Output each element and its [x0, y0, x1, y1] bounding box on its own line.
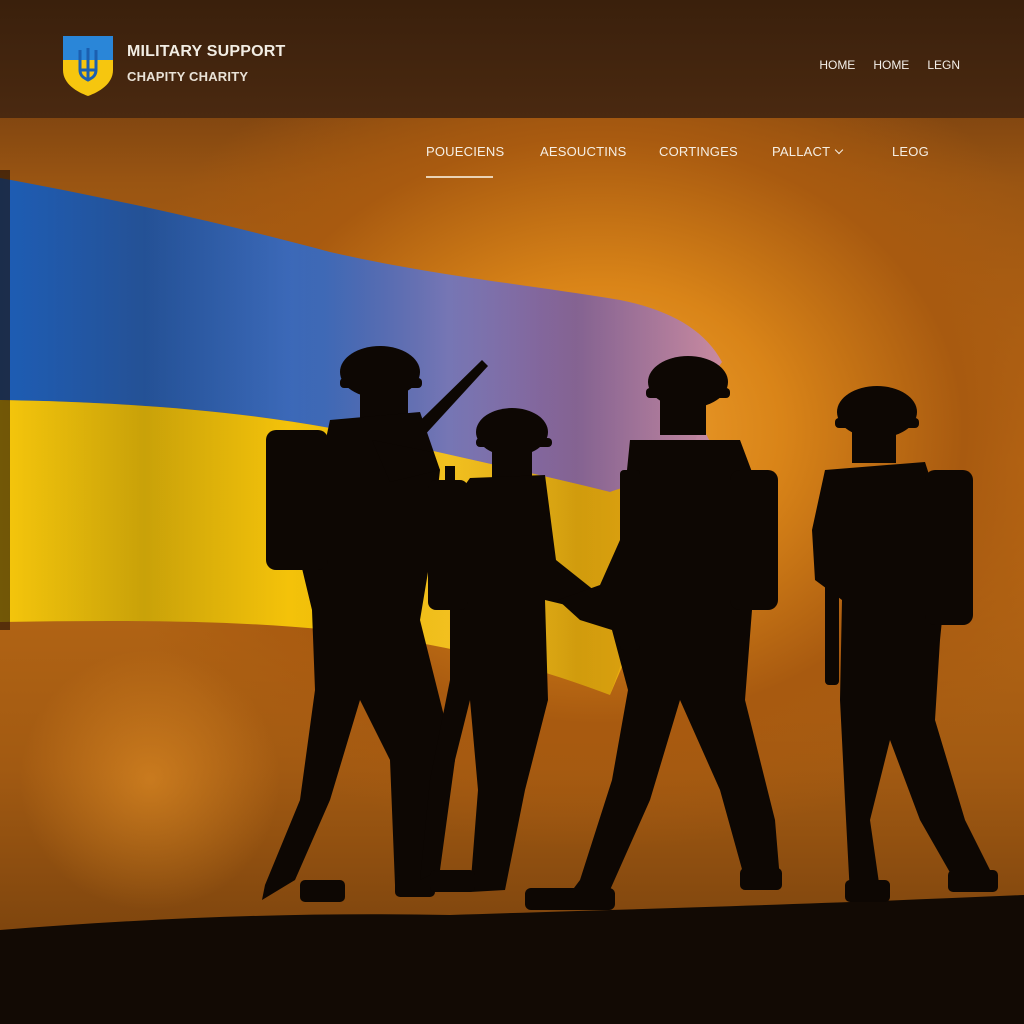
main-nav: POUECIENS AESOUCTINS CORTINGES PALLACT L…: [0, 138, 1024, 178]
ukraine-trident-shield-icon[interactable]: [63, 36, 113, 96]
active-nav-indicator: [426, 176, 493, 178]
main-nav-item-4-label: PALLACT: [772, 144, 831, 159]
chevron-down-icon: [835, 145, 844, 155]
brand-title: MILITARY SUPPORT: [127, 43, 286, 60]
main-nav-item-4-dropdown[interactable]: PALLACT: [772, 144, 844, 159]
main-nav-item-3[interactable]: CORTINGES: [659, 144, 738, 159]
top-nav-home-link-2[interactable]: HOME: [873, 58, 909, 72]
main-nav-item-2[interactable]: AESOUCTINS: [540, 144, 627, 159]
site-header: MILITARY SUPPORT CHAPITY CHARITY HOME HO…: [0, 0, 1024, 118]
top-nav-home-link[interactable]: HOME: [819, 58, 855, 72]
top-nav-login-link[interactable]: LEGN: [927, 58, 960, 72]
soldier-silhouette: [812, 386, 998, 902]
ground: [0, 895, 1024, 1024]
main-nav-item-1[interactable]: POUECIENS: [426, 144, 504, 159]
main-nav-item-5[interactable]: LEOG: [892, 144, 929, 159]
top-nav: HOME HOME LEGN: [801, 58, 960, 72]
brand-subtitle: CHAPITY CHARITY: [127, 69, 249, 84]
